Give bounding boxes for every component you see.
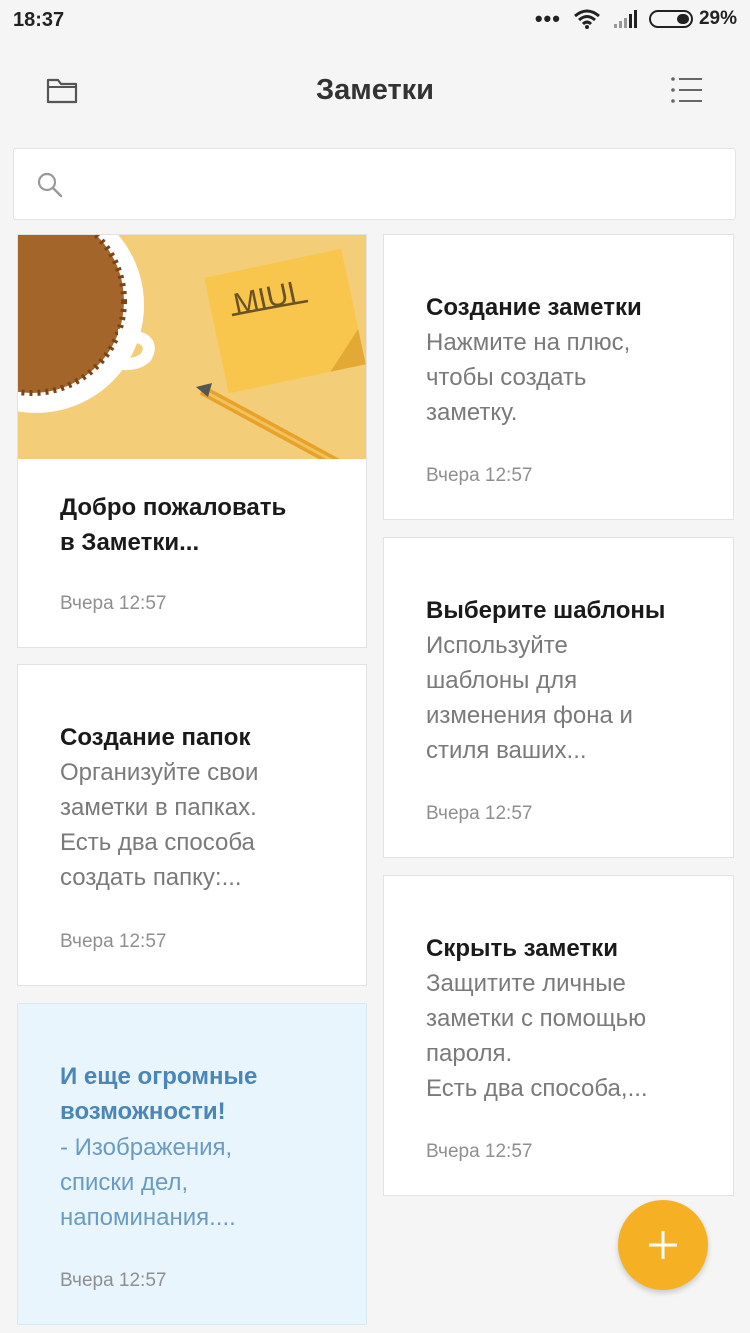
note-date: Вчера 12:57 [60, 593, 167, 614]
note-date: Вчера 12:57 [426, 803, 533, 824]
status-time: 18:37 [13, 9, 65, 31]
note-preview: Организуйте свои заметки в папках. Есть … [60, 759, 259, 891]
note-title: Создание заметки [426, 294, 642, 321]
search-input[interactable] [76, 163, 720, 209]
note-preview: - Изображения, списки дел, напоминания..… [60, 1134, 236, 1231]
note-preview: Защитите личные заметки с помощью пароля… [426, 970, 648, 1102]
note-date: Вчера 12:57 [426, 1141, 533, 1162]
search-icon [37, 172, 63, 198]
battery-percentage: 29% [698, 8, 737, 29]
note-date: Вчера 12:57 [426, 465, 533, 486]
page-title: Заметки [315, 74, 435, 106]
add-note-button[interactable] [618, 1200, 708, 1290]
note-card-templates[interactable]: Выберите шаблоны Используйте шаблоны для… [383, 537, 734, 858]
note-title: Выберите шаблоны [426, 597, 666, 624]
status-bar: 18:37 ••• 29% [0, 0, 750, 44]
battery-icon [648, 10, 693, 28]
note-date: Вчера 12:57 [60, 931, 167, 952]
note-title: Скрыть заметки [426, 935, 618, 962]
note-date: Вчера 12:57 [60, 1270, 167, 1291]
more-dots-icon: ••• [534, 6, 561, 31]
note-title: И еще огромные возможности! [60, 1063, 258, 1125]
note-title: Добро пожаловать в Заметки... [60, 494, 287, 556]
app-bar: Заметки [0, 58, 750, 122]
status-icons: ••• 29% [523, 8, 737, 30]
signal-icon [613, 10, 637, 28]
welcome-illustration: MIUI [18, 235, 366, 459]
note-title: Создание папок [60, 724, 251, 751]
note-card-hide-notes[interactable]: Скрыть заметки Защитите личные заметки с… [383, 875, 734, 1196]
plus-icon [649, 1231, 677, 1259]
note-preview: Используйте шаблоны для изменения фона и… [426, 632, 633, 764]
search-bar[interactable] [13, 148, 736, 220]
wifi-icon [574, 9, 600, 29]
note-preview: Нажмите на плюс, чтобы создать заметку. [426, 329, 631, 426]
note-card-folders[interactable]: Создание папок Организуйте свои заметки … [17, 664, 367, 986]
note-card-welcome[interactable]: MIUI Добро пожаловать в Заметки... Вчера… [17, 234, 367, 648]
menu-list-icon[interactable] [670, 74, 704, 106]
note-card-features[interactable]: И еще огромные возможности! - Изображени… [17, 1003, 367, 1325]
note-card-create-note[interactable]: Создание заметки Нажмите на плюс, чтобы … [383, 234, 734, 520]
